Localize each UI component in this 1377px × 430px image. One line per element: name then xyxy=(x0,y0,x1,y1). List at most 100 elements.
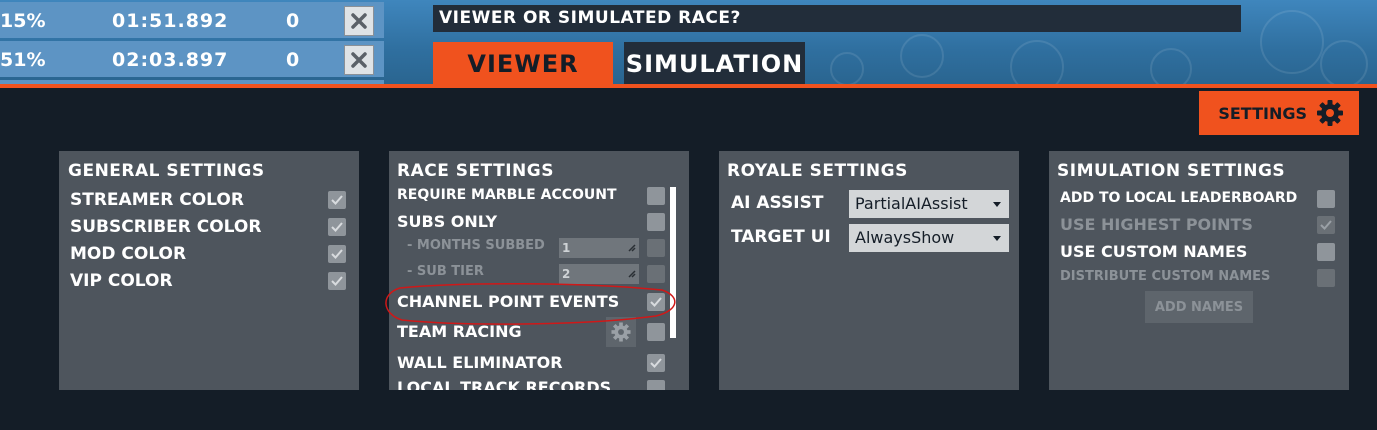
setting-label: AI ASSIST xyxy=(731,193,824,213)
row-count: 0 xyxy=(286,10,300,32)
setting-row[interactable]: SUBSCRIBER COLOR xyxy=(59,217,359,241)
months-subbed-value: 1 xyxy=(562,241,571,255)
settings-button[interactable]: SETTINGS xyxy=(1199,91,1359,135)
panel-title: RACE SETTINGS xyxy=(397,161,554,181)
team-racing-checkbox[interactable] xyxy=(647,323,665,341)
setting-label: SUBS ONLY xyxy=(397,212,498,231)
panel-title: SIMULATION SETTINGS xyxy=(1057,161,1286,181)
race-settings-panel: RACE SETTINGS REQUIRE MARBLE ACCOUNT SUB… xyxy=(389,151,689,390)
setting-label: - MONTHS SUBBED xyxy=(407,238,545,253)
close-icon xyxy=(351,52,367,68)
setting-row: - MONTHS SUBBED 1 xyxy=(389,238,689,262)
dropdown-value: PartialAIAssist xyxy=(855,194,968,213)
scrollbar[interactable] xyxy=(670,187,676,338)
race-mode-question: VIEWER OR SIMULATED RACE? xyxy=(433,5,1241,32)
panel-title: GENERAL SETTINGS xyxy=(68,161,265,181)
months-subbed-input[interactable]: 1 xyxy=(559,238,639,258)
tab-viewer[interactable]: VIEWER xyxy=(433,42,613,86)
background-bubble xyxy=(1260,10,1324,74)
background-bubble xyxy=(1320,40,1368,84)
setting-row[interactable]: ADD TO LOCAL LEADERBOARD xyxy=(1049,190,1349,214)
row-percent: 15% xyxy=(0,10,46,32)
sub-tier-checkbox[interactable] xyxy=(647,265,665,283)
setting-label: SUBSCRIBER COLOR xyxy=(70,217,262,237)
wall-eliminator-checkbox[interactable] xyxy=(647,354,665,372)
background-bubble xyxy=(1010,40,1064,84)
background-bubble xyxy=(1150,48,1192,84)
setting-row: DISTRIBUTE CUSTOM NAMES xyxy=(1049,269,1349,293)
vip-color-checkbox[interactable] xyxy=(328,272,346,290)
setting-label: TEAM RACING xyxy=(397,322,522,341)
leaderboard-row: 51% 02:03.897 0 xyxy=(0,41,384,77)
general-settings-panel: GENERAL SETTINGS STREAMER COLOR SUBSCRIB… xyxy=(59,151,359,390)
setting-row: - SUB TIER 2 xyxy=(389,264,689,288)
use-custom-names-checkbox[interactable] xyxy=(1317,243,1335,261)
setting-label: WALL ELIMINATOR xyxy=(397,353,563,372)
setting-row[interactable]: REQUIRE MARBLE ACCOUNT xyxy=(389,187,689,211)
setting-label: USE HIGHEST POINTS xyxy=(1060,215,1253,234)
divider xyxy=(0,84,1377,88)
check-icon xyxy=(331,249,343,259)
setting-row[interactable]: TEAM RACING xyxy=(389,317,689,352)
setting-label: MOD COLOR xyxy=(70,244,187,264)
setting-label: STREAMER COLOR xyxy=(70,190,244,210)
channel-point-events-checkbox[interactable] xyxy=(647,293,665,311)
setting-row[interactable]: CHANNEL POINT EVENTS xyxy=(389,292,689,316)
distribute-custom-names-checkbox[interactable] xyxy=(1317,269,1335,287)
setting-label: LOCAL TRACK RECORDS xyxy=(397,378,612,390)
subs-only-checkbox[interactable] xyxy=(647,213,665,231)
row-time: 02:03.897 xyxy=(112,49,229,71)
check-icon xyxy=(650,297,662,307)
dropdown-value: AlwaysShow xyxy=(855,228,955,247)
settings-button-label: SETTINGS xyxy=(1218,103,1307,123)
panel-title: ROYALE SETTINGS xyxy=(727,161,908,181)
setting-label: TARGET UI xyxy=(731,227,831,247)
setting-label: DISTRIBUTE CUSTOM NAMES xyxy=(1060,269,1271,284)
row-time: 01:51.892 xyxy=(112,10,229,32)
chevron-down-icon xyxy=(993,236,1001,241)
leaderboard-row: 15% 01:51.892 0 xyxy=(0,2,384,38)
tab-simulation[interactable]: SIMULATION xyxy=(624,42,805,86)
close-icon xyxy=(351,13,367,29)
subscriber-color-checkbox[interactable] xyxy=(328,218,346,236)
setting-row[interactable]: MOD COLOR xyxy=(59,244,359,268)
simulation-settings-panel: SIMULATION SETTINGS ADD TO LOCAL LEADERB… xyxy=(1049,151,1349,390)
setting-label: ADD TO LOCAL LEADERBOARD xyxy=(1060,190,1298,206)
setting-row[interactable]: SUBS ONLY xyxy=(389,212,689,236)
check-icon xyxy=(331,276,343,286)
team-racing-settings-button[interactable] xyxy=(606,317,636,347)
setting-row[interactable]: LOCAL TRACK RECORDS xyxy=(389,378,689,390)
sub-tier-value: 2 xyxy=(562,267,571,281)
require-marble-account-checkbox[interactable] xyxy=(647,187,665,205)
setting-row[interactable]: VIP COLOR xyxy=(59,271,359,295)
use-highest-points-checkbox[interactable] xyxy=(1317,216,1335,234)
remove-row-button[interactable] xyxy=(344,45,374,75)
check-icon xyxy=(1320,220,1332,230)
check-icon xyxy=(331,222,343,232)
local-track-records-checkbox[interactable] xyxy=(647,380,665,390)
gear-icon xyxy=(611,322,631,342)
add-to-local-leaderboard-checkbox[interactable] xyxy=(1317,190,1335,208)
row-count: 0 xyxy=(286,49,300,71)
setting-label: CHANNEL POINT EVENTS xyxy=(397,292,620,311)
resize-grip-icon xyxy=(628,244,636,252)
royale-settings-panel: ROYALE SETTINGS AI ASSIST PartialAIAssis… xyxy=(719,151,1019,390)
remove-row-button[interactable] xyxy=(344,6,374,36)
setting-row[interactable]: STREAMER COLOR xyxy=(59,190,359,214)
setting-row[interactable]: WALL ELIMINATOR xyxy=(389,353,689,377)
add-names-button[interactable]: ADD NAMES xyxy=(1145,291,1253,323)
resize-grip-icon xyxy=(628,270,636,278)
mod-color-checkbox[interactable] xyxy=(328,245,346,263)
streamer-color-checkbox[interactable] xyxy=(328,191,346,209)
background-bubble xyxy=(900,34,944,78)
check-icon xyxy=(650,358,662,368)
sub-tier-input[interactable]: 2 xyxy=(559,264,639,284)
row-percent: 51% xyxy=(0,49,46,71)
chevron-down-icon xyxy=(993,202,1001,207)
ai-assist-dropdown[interactable]: PartialAIAssist xyxy=(849,190,1009,218)
target-ui-dropdown[interactable]: AlwaysShow xyxy=(849,224,1009,252)
setting-label: USE CUSTOM NAMES xyxy=(1060,242,1248,261)
background-bubble xyxy=(830,52,864,84)
setting-row[interactable]: USE CUSTOM NAMES xyxy=(1049,242,1349,266)
months-subbed-checkbox[interactable] xyxy=(647,239,665,257)
